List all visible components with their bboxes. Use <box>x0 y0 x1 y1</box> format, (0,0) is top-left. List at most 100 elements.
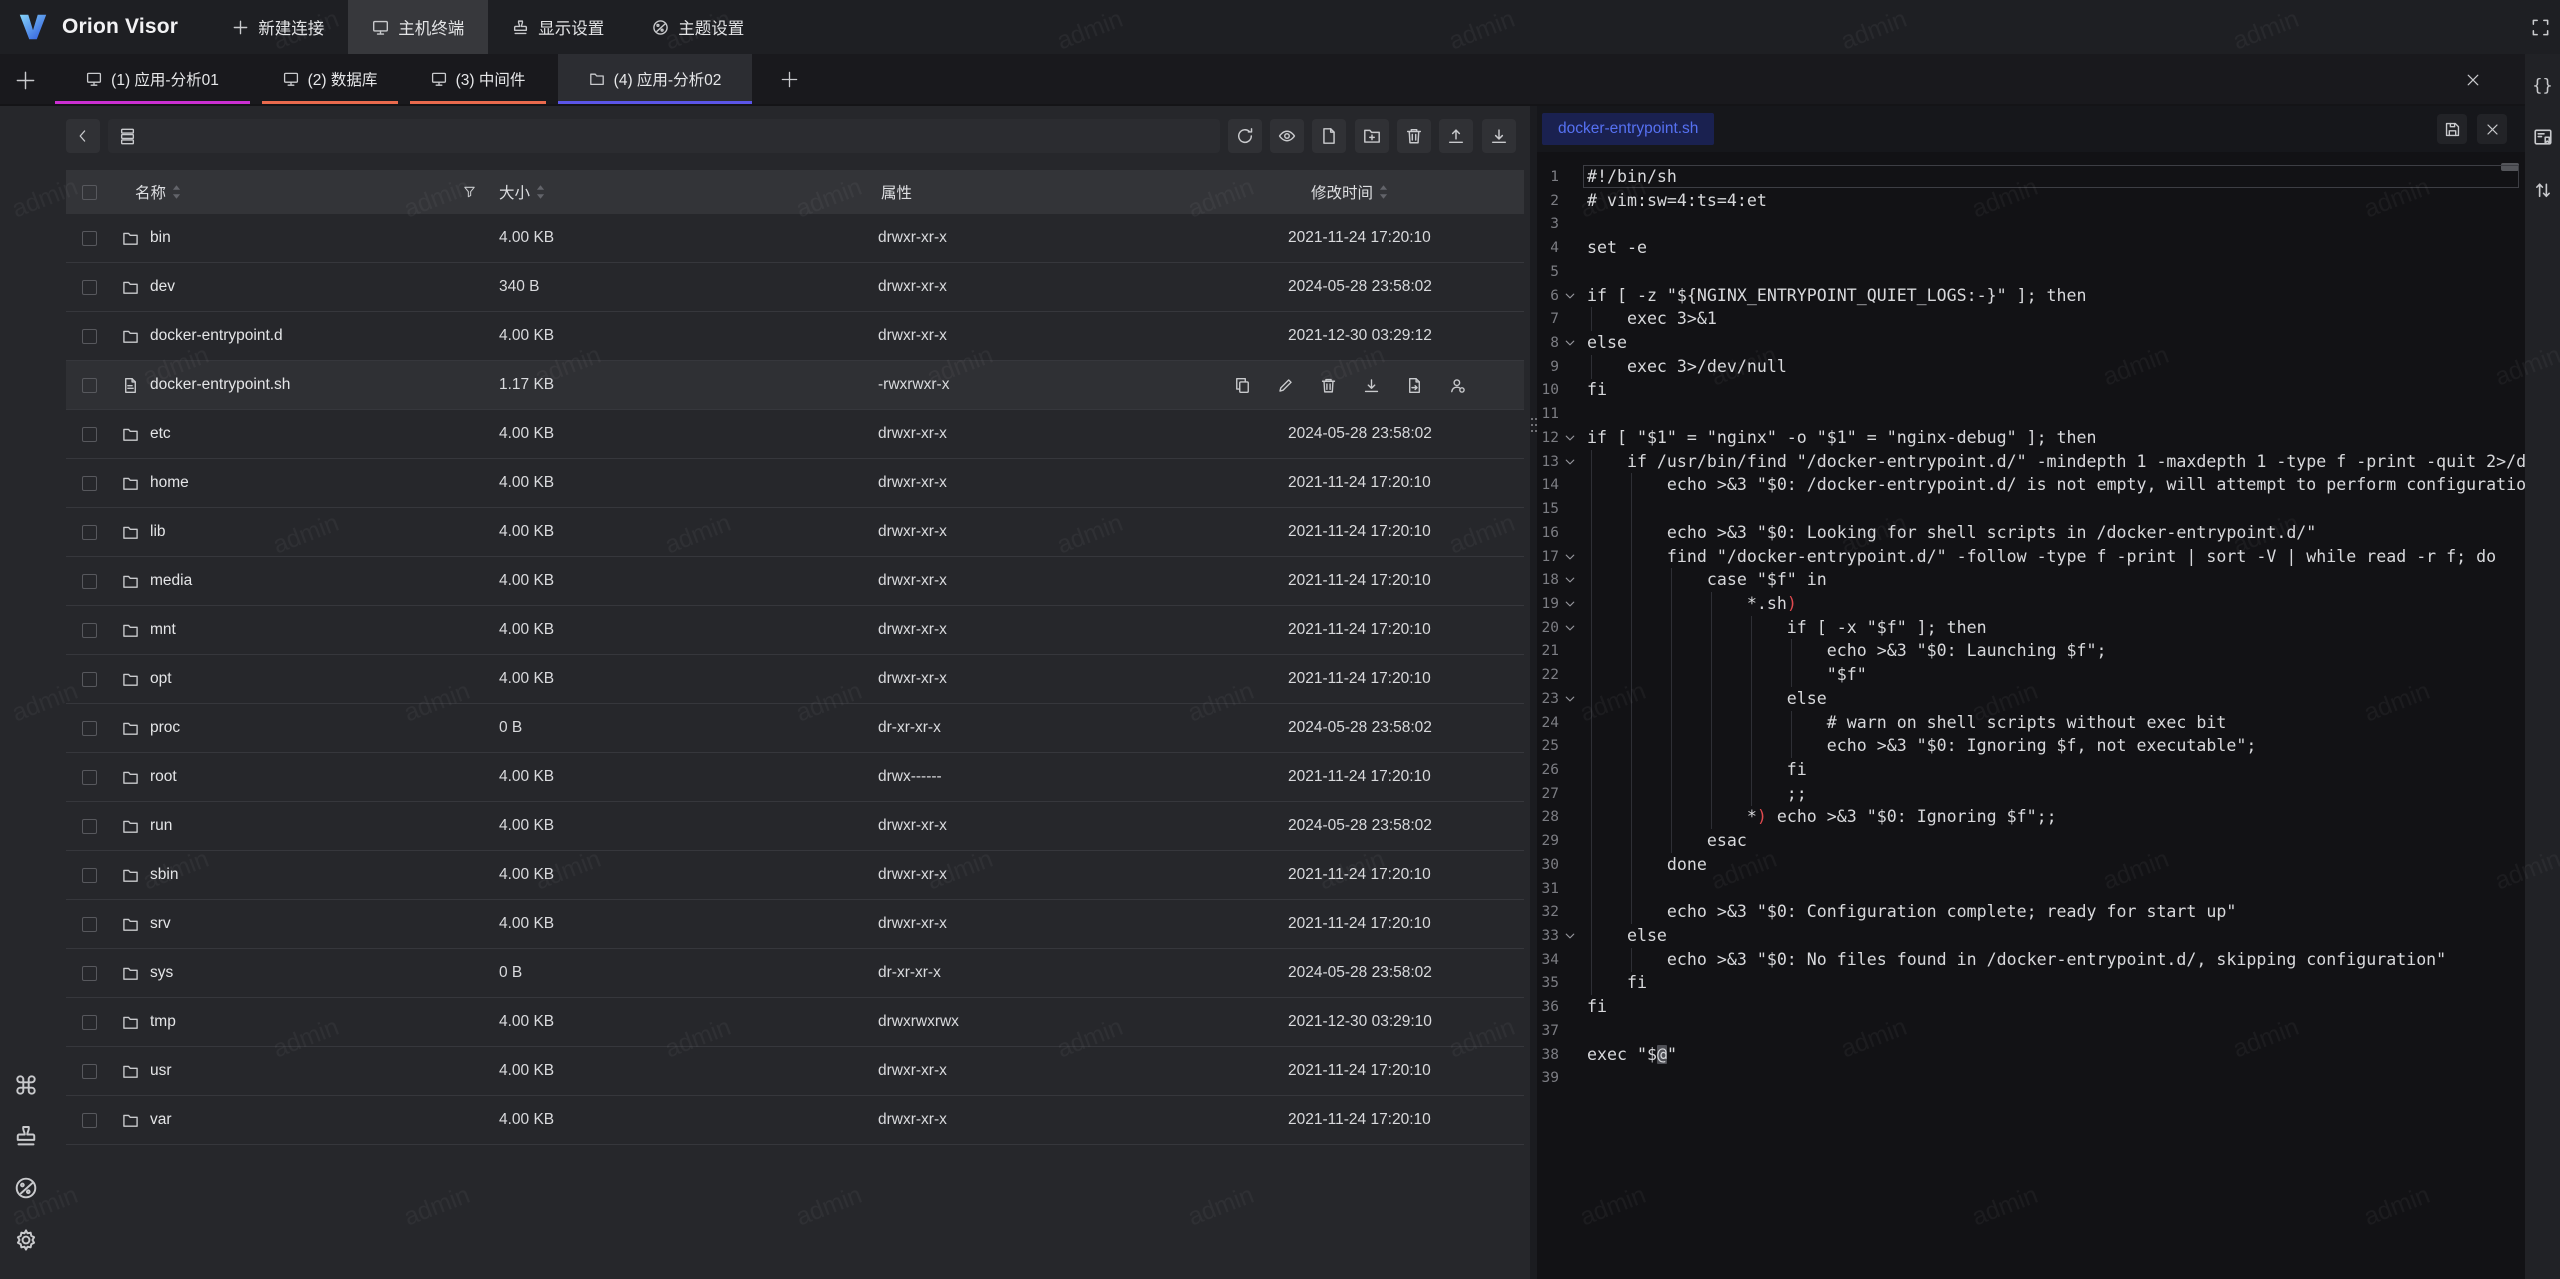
fold-chevron-down-icon[interactable] <box>1564 551 1576 563</box>
code-line[interactable]: 21 echo >&3 "$0: Launching $f"; <box>1537 639 2525 663</box>
code-line[interactable]: 38exec "$@" <box>1537 1043 2525 1067</box>
code-line[interactable]: 13 if /usr/bin/find "/docker-entrypoint.… <box>1537 450 2525 474</box>
row-checkbox[interactable] <box>82 606 108 654</box>
preview-button[interactable] <box>1270 119 1304 153</box>
display-settings-button[interactable] <box>8 1118 44 1154</box>
code-editor[interactable]: 1#!/bin/sh2# vim:sw=4:ts=4:et34set -e56i… <box>1537 152 2525 1279</box>
file-row[interactable]: root 4.00 KB drwx------ 2021-11-24 17:20… <box>66 753 1524 802</box>
fold-chevron-down-icon[interactable] <box>1564 693 1576 705</box>
menu-item-host-terminal[interactable]: 主机终端 <box>348 0 488 54</box>
code-braces-button[interactable]: {} <box>2525 69 2560 103</box>
fold-chevron-down-icon[interactable] <box>1564 622 1576 634</box>
close-panel-button[interactable] <box>2461 68 2485 92</box>
editor-file-tab[interactable]: docker-entrypoint.sh <box>1542 113 1714 145</box>
row-checkbox[interactable] <box>82 949 108 997</box>
tab-session-1[interactable]: (1) 应用-分析01 <box>55 54 250 104</box>
edit-icon[interactable] <box>1277 377 1294 394</box>
file-row[interactable]: srv 4.00 KB drwxr-xr-x 2021-11-24 17:20:… <box>66 900 1524 949</box>
code-line[interactable]: 30 done <box>1537 853 2525 877</box>
filter-button[interactable] <box>463 170 476 214</box>
file-row[interactable]: var 4.00 KB drwxr-xr-x 2021-11-24 17:20:… <box>66 1096 1524 1145</box>
code-line[interactable]: 20 if [ -x "$f" ]; then <box>1537 616 2525 640</box>
row-checkbox[interactable] <box>82 312 108 360</box>
row-checkbox[interactable] <box>82 851 108 899</box>
row-checkbox[interactable] <box>82 1096 108 1144</box>
sort-icon[interactable] <box>536 185 545 199</box>
shortcut-keys-button[interactable] <box>8 1067 44 1103</box>
file-row[interactable]: proc 0 B dr-xr-xr-x 2024-05-28 23:58:02 <box>66 704 1524 753</box>
code-line[interactable]: 36fi <box>1537 995 2525 1019</box>
file-row[interactable]: home 4.00 KB drwxr-xr-x 2021-11-24 17:20… <box>66 459 1524 508</box>
code-line[interactable]: 6if [ -z "${NGINX_ENTRYPOINT_QUIET_LOGS:… <box>1537 284 2525 308</box>
fold-chevron-down-icon[interactable] <box>1564 598 1576 610</box>
code-line[interactable]: 14 echo >&3 "$0: /docker-entrypoint.d/ i… <box>1537 473 2525 497</box>
sort-icon[interactable] <box>172 185 181 199</box>
column-header-name[interactable]: 名称 <box>135 170 181 214</box>
file-row[interactable]: lib 4.00 KB drwxr-xr-x 2021-11-24 17:20:… <box>66 508 1524 557</box>
file-row[interactable]: sys 0 B dr-xr-xr-x 2024-05-28 23:58:02 <box>66 949 1524 998</box>
row-checkbox[interactable] <box>82 557 108 605</box>
code-line[interactable]: 32 echo >&3 "$0: Configuration complete;… <box>1537 900 2525 924</box>
file-row[interactable]: mnt 4.00 KB drwxr-xr-x 2021-11-24 17:20:… <box>66 606 1524 655</box>
path-input[interactable] <box>108 119 1220 153</box>
file-row[interactable]: docker-entrypoint.sh 1.17 KB -rwxrwxr-x <box>66 361 1524 410</box>
delete-icon[interactable] <box>1320 377 1337 394</box>
fold-chevron-down-icon[interactable] <box>1564 456 1576 468</box>
row-checkbox[interactable] <box>82 753 108 801</box>
delete-button[interactable] <box>1397 119 1431 153</box>
code-line[interactable]: 16 echo >&3 "$0: Looking for shell scrip… <box>1537 521 2525 545</box>
fold-chevron-down-icon[interactable] <box>1564 574 1576 586</box>
code-line[interactable]: 4set -e <box>1537 236 2525 260</box>
tab-session-2[interactable]: (2) 数据库 <box>262 54 398 104</box>
sidebar-new-connection-button[interactable] <box>10 67 40 93</box>
bookmark-panel-button[interactable] <box>2525 120 2560 154</box>
row-checkbox[interactable] <box>82 459 108 507</box>
back-button[interactable] <box>66 119 100 153</box>
code-line[interactable]: 12if [ "$1" = "nginx" -o "$1" = "nginx-d… <box>1537 426 2525 450</box>
file-row[interactable]: bin 4.00 KB drwxr-xr-x 2021-11-24 17:20:… <box>66 214 1524 263</box>
theme-settings-button[interactable] <box>8 1170 44 1206</box>
code-line[interactable]: 22 "$f" <box>1537 663 2525 687</box>
fold-chevron-down-icon[interactable] <box>1564 432 1576 444</box>
code-line[interactable]: 2# vim:sw=4:ts=4:et <box>1537 189 2525 213</box>
code-line[interactable]: 9 exec 3>/dev/null <box>1537 355 2525 379</box>
sort-icon[interactable] <box>1379 185 1388 199</box>
code-line[interactable]: 11 <box>1537 402 2525 426</box>
select-all-checkbox[interactable] <box>82 170 97 214</box>
column-header-size[interactable]: 大小 <box>499 170 545 214</box>
code-line[interactable]: 23 else <box>1537 687 2525 711</box>
code-line[interactable]: 19 *.sh) <box>1537 592 2525 616</box>
file-row[interactable]: sbin 4.00 KB drwxr-xr-x 2021-11-24 17:20… <box>66 851 1524 900</box>
code-line[interactable]: 7 exec 3>&1 <box>1537 307 2525 331</box>
code-line[interactable]: 10fi <box>1537 378 2525 402</box>
row-checkbox[interactable] <box>82 704 108 752</box>
panel-splitter[interactable] <box>1530 106 1537 1279</box>
file-row[interactable]: media 4.00 KB drwxr-xr-x 2021-11-24 17:2… <box>66 557 1524 606</box>
code-line[interactable]: 34 echo >&3 "$0: No files found in /dock… <box>1537 948 2525 972</box>
code-line[interactable]: 35 fi <box>1537 971 2525 995</box>
new-folder-button[interactable] <box>1355 119 1389 153</box>
column-header-modified[interactable]: 修改时间 <box>1311 170 1388 214</box>
fold-chevron-down-icon[interactable] <box>1564 930 1576 942</box>
code-line[interactable]: 39 <box>1537 1066 2525 1090</box>
code-line[interactable]: 18 case "$f" in <box>1537 568 2525 592</box>
file-row[interactable]: opt 4.00 KB drwxr-xr-x 2021-11-24 17:20:… <box>66 655 1524 704</box>
menu-item-display-settings[interactable]: 显示设置 <box>488 0 628 54</box>
row-checkbox[interactable] <box>82 410 108 458</box>
tab-session-3[interactable]: (3) 中间件 <box>410 54 546 104</box>
file-row[interactable]: docker-entrypoint.d 4.00 KB drwxr-xr-x 2… <box>66 312 1524 361</box>
menu-item-theme-settings[interactable]: 主题设置 <box>628 0 768 54</box>
sort-order-button[interactable] <box>2525 173 2560 207</box>
refresh-button[interactable] <box>1228 119 1262 153</box>
file-row[interactable]: tmp 4.00 KB drwxrwxrwx 2021-12-30 03:29:… <box>66 998 1524 1047</box>
close-editor-button[interactable] <box>2477 114 2507 144</box>
row-checkbox[interactable] <box>82 361 108 409</box>
code-line[interactable]: 25 echo >&3 "$0: Ignoring $f, not execut… <box>1537 734 2525 758</box>
code-line[interactable]: 27 ;; <box>1537 782 2525 806</box>
copy-icon[interactable] <box>1234 377 1251 394</box>
download-button[interactable] <box>1482 119 1516 153</box>
row-checkbox[interactable] <box>82 508 108 556</box>
row-checkbox[interactable] <box>82 1047 108 1095</box>
code-line[interactable]: 37 <box>1537 1019 2525 1043</box>
file-row[interactable]: dev 340 B drwxr-xr-x 2024-05-28 23:58:02 <box>66 263 1524 312</box>
